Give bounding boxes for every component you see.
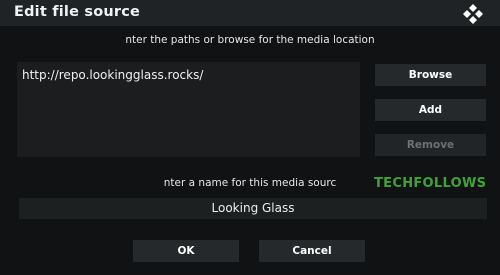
source-path-item[interactable]: http://repo.lookingglass.rocks/ bbox=[22, 68, 203, 82]
source-paths-list[interactable]: http://repo.lookingglass.rocks/ bbox=[17, 62, 360, 157]
cancel-button[interactable]: Cancel bbox=[259, 240, 365, 262]
dialog-titlebar: Edit file source bbox=[0, 0, 500, 26]
add-button[interactable]: Add bbox=[375, 99, 486, 121]
media-source-name-field[interactable]: Looking Glass bbox=[19, 198, 487, 219]
name-instruction: nter a name for this media sourc bbox=[163, 177, 337, 189]
kodi-logo-icon bbox=[462, 3, 484, 25]
edit-file-source-dialog: Edit file source nter the paths or brows… bbox=[0, 0, 500, 275]
ok-button[interactable]: OK bbox=[133, 240, 239, 262]
browse-button[interactable]: Browse bbox=[375, 64, 486, 86]
techfollows-watermark: TECHFOLLOWS bbox=[374, 176, 487, 191]
remove-button[interactable]: Remove bbox=[375, 134, 486, 156]
paths-instruction: nter the paths or browse for the media l… bbox=[125, 34, 375, 46]
dialog-title: Edit file source bbox=[14, 4, 141, 20]
